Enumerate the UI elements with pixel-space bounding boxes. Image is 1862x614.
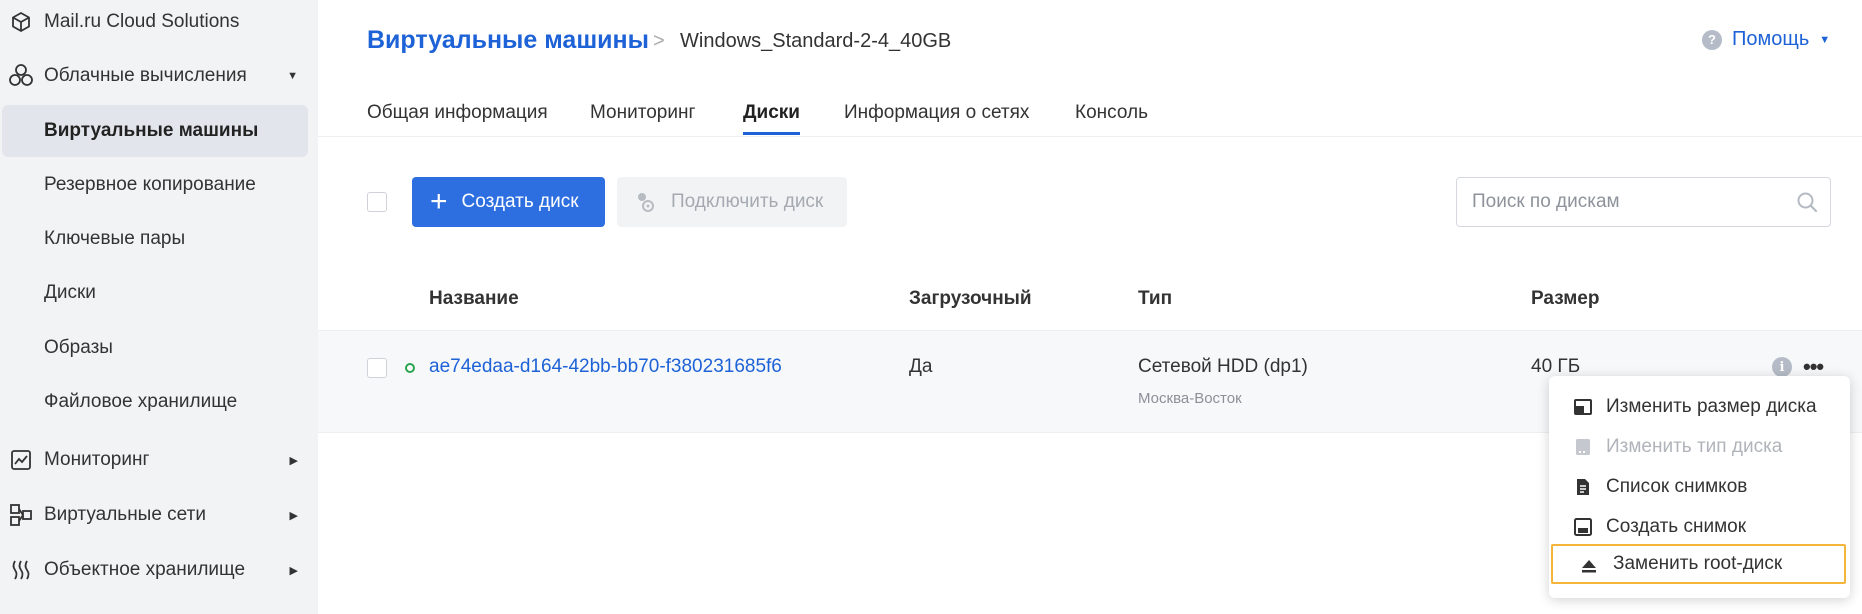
tab-monitoring[interactable]: Мониторинг bbox=[590, 102, 695, 124]
cloud-compute-icon bbox=[8, 63, 34, 89]
bootable-value: Да bbox=[909, 356, 933, 377]
disk-actions-menu: Изменить размер диска Изменить тип диска… bbox=[1549, 376, 1850, 598]
resize-icon bbox=[1573, 397, 1593, 417]
tab-disks[interactable]: Диски bbox=[743, 102, 800, 124]
plus-icon: + bbox=[430, 185, 448, 218]
help-label: Помощь bbox=[1732, 28, 1810, 50]
help-button[interactable]: ? Помощь ▼ bbox=[1702, 28, 1830, 51]
chevron-down-icon: ▼ bbox=[287, 70, 298, 82]
chart-icon bbox=[8, 447, 34, 473]
search-input[interactable] bbox=[1472, 190, 1772, 214]
disk-type-value: Сетевой HDD (dp1) bbox=[1138, 356, 1308, 377]
attach-disk-icon bbox=[635, 191, 657, 213]
sidebar-section-compute[interactable]: Облачные вычисления ▼ bbox=[0, 50, 318, 102]
sidebar-item-file-storage[interactable]: Файловое хранилище bbox=[2, 376, 308, 428]
more-actions-icon[interactable]: ••• bbox=[1803, 356, 1824, 378]
menu-item-change-disk-type[interactable]: Изменить тип диска bbox=[1549, 427, 1850, 467]
eject-icon bbox=[1579, 556, 1599, 576]
sidebar-section-object-storage[interactable]: Объектное хранилище ▶ bbox=[0, 544, 318, 596]
menu-item-create-snapshot[interactable]: Создать снимок bbox=[1549, 507, 1850, 547]
brand-label: Mail.ru Cloud Solutions bbox=[44, 11, 240, 32]
chevron-right-icon: ▶ bbox=[289, 454, 298, 467]
sidebar-item-disks[interactable]: Диски bbox=[2, 267, 308, 319]
sidebar-item-key-pairs[interactable]: Ключевые пары bbox=[2, 213, 308, 265]
column-header-name[interactable]: Название bbox=[429, 288, 519, 310]
monitoring-label: Мониторинг bbox=[44, 449, 150, 470]
networks-label: Виртуальные сети bbox=[44, 504, 206, 525]
chevron-right-icon: ▶ bbox=[289, 564, 298, 577]
tab-network-info[interactable]: Информация о сетях bbox=[844, 102, 1029, 124]
breadcrumb-vm-name: Windows_Standard-2-4_40GB bbox=[680, 30, 952, 52]
menu-item-resize-disk[interactable]: Изменить размер диска bbox=[1549, 387, 1850, 427]
sidebar-item-images[interactable]: Образы bbox=[2, 322, 308, 374]
create-disk-button[interactable]: + Создать диск bbox=[412, 177, 605, 227]
sidebar-item-backup[interactable]: Резервное копирование bbox=[2, 159, 308, 211]
menu-item-label: Изменить размер диска bbox=[1606, 396, 1817, 417]
info-icon[interactable]: i bbox=[1772, 357, 1792, 377]
zone-value: Москва-Восток bbox=[1138, 390, 1242, 407]
active-tab-indicator bbox=[743, 132, 800, 135]
sidebar-item-label: Виртуальные машины bbox=[44, 120, 259, 141]
disk-search bbox=[1456, 177, 1831, 227]
sidebar-item-label: Файловое хранилище bbox=[44, 391, 238, 412]
sidebar-item-label: Образы bbox=[44, 337, 113, 358]
network-icon bbox=[8, 502, 34, 528]
status-active-icon bbox=[405, 363, 415, 373]
attach-disk-button[interactable]: Подключить диск bbox=[617, 177, 847, 227]
column-header-type[interactable]: Тип bbox=[1138, 288, 1172, 310]
menu-item-replace-root-disk[interactable]: Заменить root-диск bbox=[1551, 544, 1846, 584]
select-all-checkbox[interactable] bbox=[367, 192, 387, 212]
sidebar-section-networks[interactable]: Виртуальные сети ▶ bbox=[0, 489, 318, 541]
cube-icon bbox=[8, 9, 34, 35]
column-header-size[interactable]: Размер bbox=[1531, 288, 1599, 310]
attach-disk-label: Подключить диск bbox=[671, 191, 824, 212]
question-icon: ? bbox=[1702, 29, 1722, 50]
compute-label: Облачные вычисления bbox=[44, 65, 247, 86]
breadcrumb-virtual-machines[interactable]: Виртуальные машины bbox=[367, 26, 649, 55]
tabs-divider bbox=[318, 136, 1862, 137]
chevron-down-icon: ▼ bbox=[1819, 33, 1831, 46]
create-disk-label: Создать диск bbox=[461, 191, 579, 212]
sidebar-item-virtual-machines[interactable]: Виртуальные машины bbox=[2, 105, 308, 157]
menu-item-label: Изменить тип диска bbox=[1606, 436, 1783, 457]
chevron-right-icon: ▶ bbox=[289, 509, 298, 522]
row-checkbox[interactable] bbox=[367, 358, 387, 378]
object-storage-label: Объектное хранилище bbox=[44, 559, 246, 580]
tab-console[interactable]: Консоль bbox=[1075, 102, 1148, 124]
disk-name-link[interactable]: ae74edaa-d164-42bb-bb70-f380231685f6 bbox=[429, 356, 782, 378]
tab-general-info[interactable]: Общая информация bbox=[367, 102, 548, 124]
save-icon bbox=[1573, 517, 1593, 537]
menu-item-label: Заменить root-диск bbox=[1613, 553, 1783, 574]
size-value: 40 ГБ bbox=[1531, 356, 1581, 377]
object-storage-icon bbox=[8, 557, 34, 583]
disk-type-icon bbox=[1573, 437, 1593, 457]
sidebar-brand[interactable]: Mail.ru Cloud Solutions bbox=[0, 0, 318, 48]
breadcrumb-separator-icon: > bbox=[653, 30, 665, 52]
menu-item-label: Создать снимок bbox=[1606, 516, 1747, 537]
sidebar-item-label: Ключевые пары bbox=[44, 228, 186, 249]
menu-item-snapshot-list[interactable]: Список снимков bbox=[1549, 467, 1850, 507]
sidebar-section-monitoring[interactable]: Мониторинг ▶ bbox=[0, 434, 318, 486]
sidebar-item-label: Диски bbox=[44, 282, 96, 303]
document-icon bbox=[1573, 477, 1593, 497]
search-icon[interactable] bbox=[1796, 191, 1818, 218]
column-header-bootable[interactable]: Загрузочный bbox=[909, 288, 1032, 310]
menu-item-label: Список снимков bbox=[1606, 476, 1748, 497]
sidebar: Mail.ru Cloud Solutions Облачные вычисле… bbox=[0, 0, 318, 614]
sidebar-item-label: Резервное копирование bbox=[44, 174, 256, 195]
